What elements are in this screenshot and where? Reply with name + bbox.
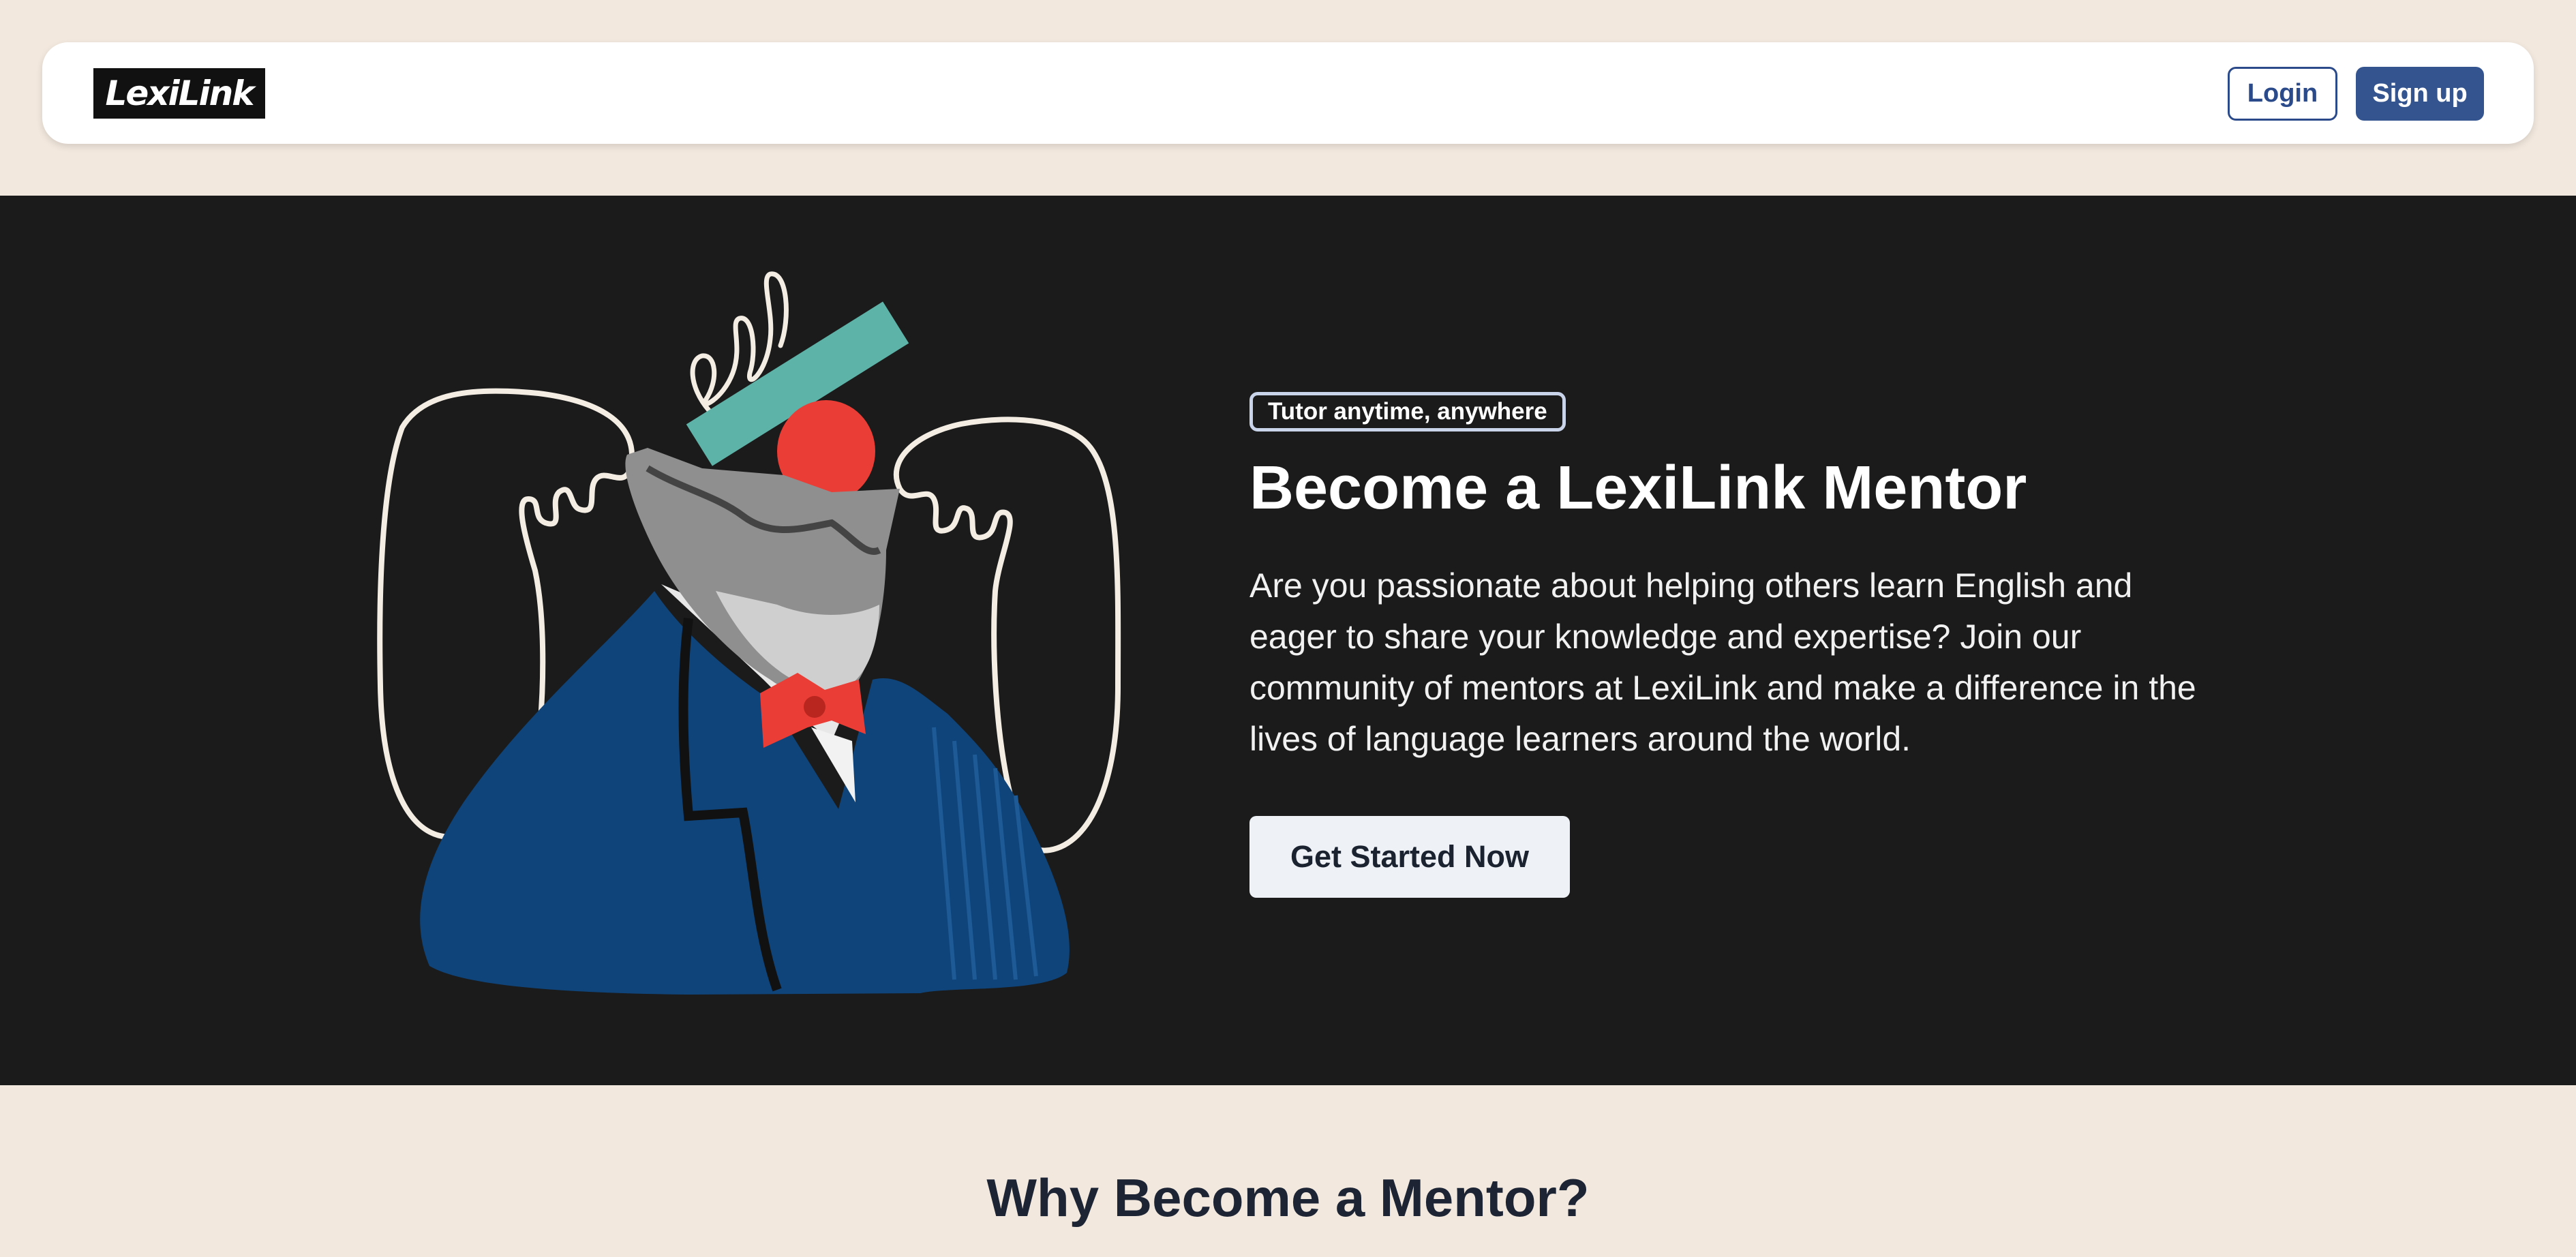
why-section: Why Become a Mentor? [0,1085,2576,1257]
hero-description: Are you passionate about helping others … [1249,566,2196,758]
navbar: LexiLink Login Sign up [42,42,2534,144]
bow-tie-knot [804,696,825,718]
hero-title: Become a LexiLink Mentor [1249,454,2027,522]
section-title: Why Become a Mentor? [986,1168,1590,1228]
login-button[interactable]: Login [2228,67,2337,121]
signup-button[interactable]: Sign up [2356,67,2484,121]
get-started-button[interactable]: Get Started Now [1249,816,1570,898]
hero-badge: Tutor anytime, anywhere [1249,392,1566,431]
header: LexiLink Login Sign up [0,0,2576,196]
hero-section: Tutor anytime, anywhere Become a LexiLin… [0,196,2576,1085]
logo[interactable]: LexiLink [93,68,265,119]
mentor-illustration [377,271,1121,995]
